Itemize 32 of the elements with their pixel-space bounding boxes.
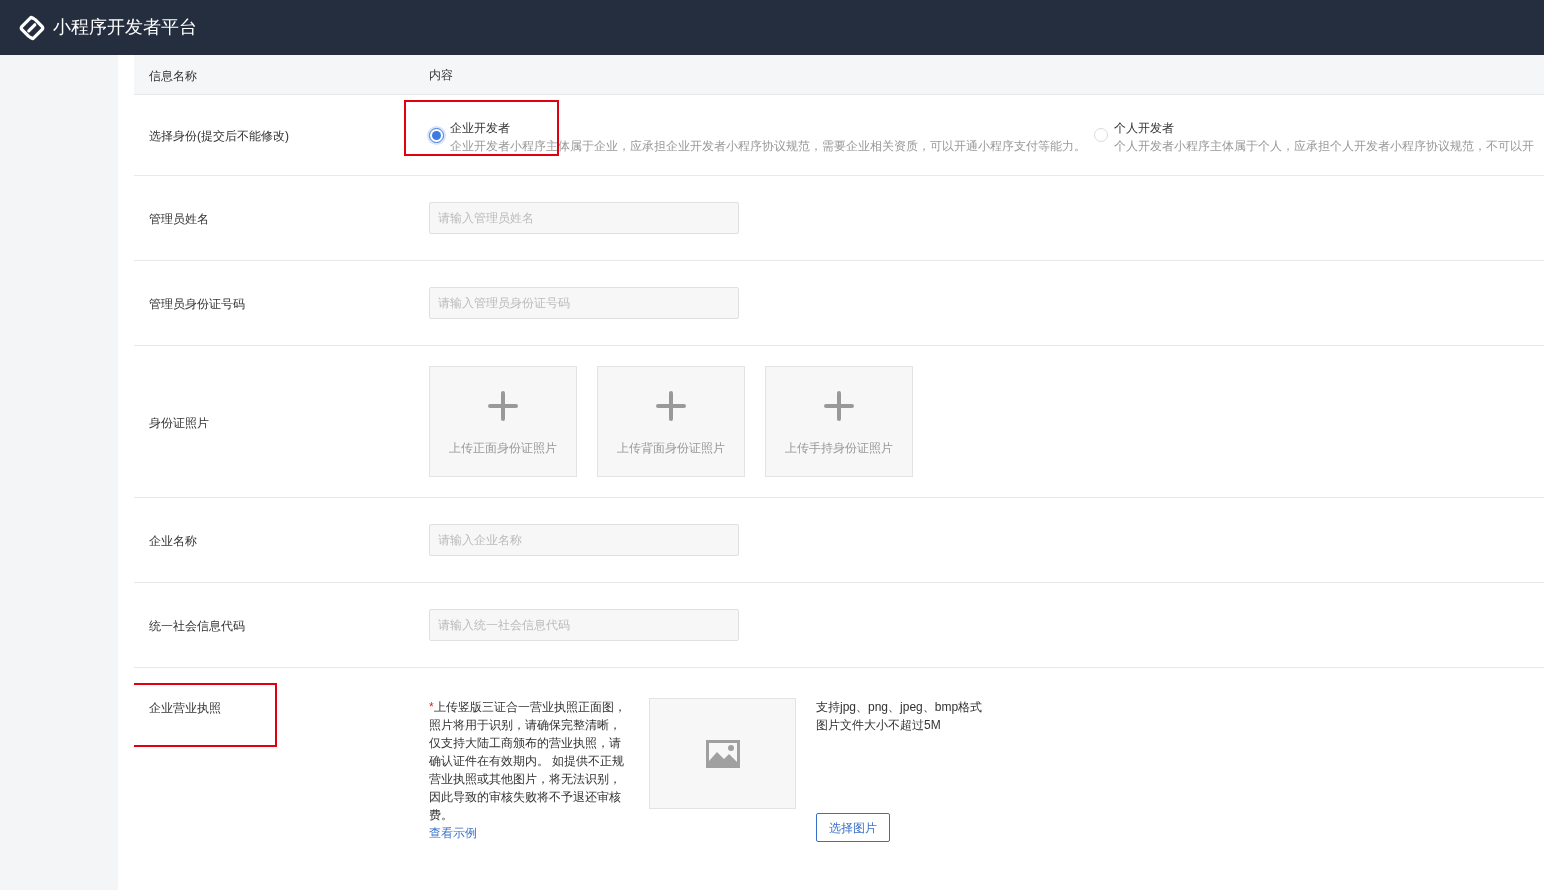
radio-unselected-icon[interactable] — [1094, 128, 1108, 142]
plus-icon — [488, 391, 518, 421]
field-label: 选择身份(提交后不能修改) — [149, 129, 289, 143]
field-label: 管理员身份证号码 — [149, 297, 245, 311]
radio-selected-icon[interactable] — [429, 127, 444, 143]
option-description: 企业开发者小程序主体属于企业，应承担企业开发者小程序协议规范，需要企业相关资质，可以开通小程序支付等能力。 — [450, 138, 1086, 155]
field-label: 企业营业执照 — [149, 701, 221, 715]
upload-note: *上传竖版三证合一营业执照正面图，照片将用于识别，请确保完整清晰，仅支持大陆工商颁布的营业执照，请确认证件在有效期内。 如提供不正规营业执照或其他图片，将无法识别，因此导致的审核失败将不予退还审核费。 — [429, 699, 627, 824]
choose-image-button[interactable]: 选择图片 — [816, 813, 890, 842]
example-link[interactable]: 查看示例 — [429, 824, 477, 842]
plus-icon — [656, 391, 686, 421]
option-title: 企业开发者 — [450, 120, 510, 137]
option-title: 个人开发者 — [1114, 120, 1174, 137]
field-label: 身份证照片 — [149, 415, 209, 430]
upload-box[interactable]: 上传背面身份证照片 — [597, 366, 745, 477]
column-header: 信息名称 — [149, 68, 197, 83]
option-description: 个人开发者小程序主体属于个人，应承担个人开发者小程序协议规范，不可以开 — [1114, 138, 1534, 155]
column-header: 内容 — [429, 66, 453, 84]
upload-caption: 上传正面身份证照片 — [449, 440, 557, 457]
logo-icon — [19, 14, 45, 41]
field-label: 统一社会信息代码 — [149, 619, 245, 633]
upload-caption: 上传手持身份证照片 — [785, 440, 893, 457]
field-label: 企业名称 — [149, 534, 197, 548]
upload-box[interactable]: 上传正面身份证照片 — [429, 366, 577, 477]
image-icon — [705, 739, 740, 768]
app-title: 小程序开发者平台 — [53, 16, 197, 39]
field-label: 管理员姓名 — [149, 212, 209, 226]
size-hint: 图片文件大小不超过5M — [816, 717, 941, 734]
upload-box[interactable]: 上传手持身份证照片 — [765, 366, 913, 477]
format-hint: 支持jpg、png、jpeg、bmp格式 — [816, 699, 983, 716]
plus-icon — [824, 391, 854, 421]
upload-caption: 上传背面身份证照片 — [617, 440, 725, 457]
